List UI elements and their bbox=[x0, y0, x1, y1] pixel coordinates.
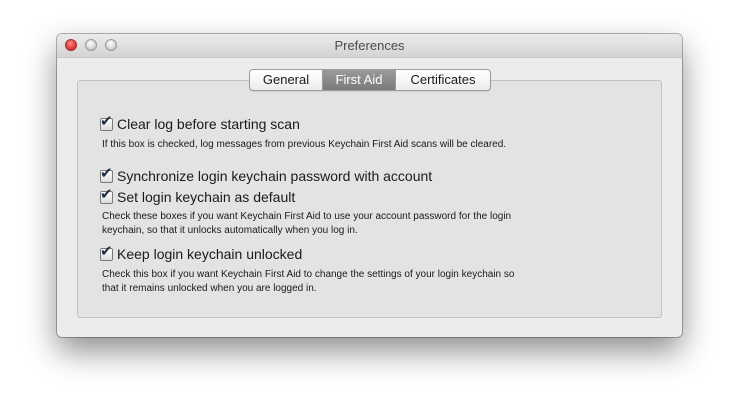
tab-first-aid[interactable]: First Aid bbox=[322, 70, 395, 90]
set-default-checkbox[interactable]: ✔ bbox=[100, 186, 113, 204]
set-default-option[interactable]: ✔ Set login keychain as default bbox=[100, 186, 295, 205]
title-bar[interactable]: Preferences bbox=[57, 34, 682, 58]
window-content: General First Aid Certificates ✔ Clear l… bbox=[57, 58, 682, 337]
set-default-description-line-2: keychain, so that it unlocks automatical… bbox=[102, 225, 358, 236]
keep-unlocked-checkbox[interactable]: ✔ bbox=[100, 243, 113, 261]
tab-certificates[interactable]: Certificates bbox=[395, 70, 490, 90]
keep-unlocked-description-line-1: Check this box if you want Keychain Firs… bbox=[102, 269, 515, 280]
tab-general[interactable]: General bbox=[250, 70, 322, 90]
set-default-description-line-1: Check these boxes if you want Keychain F… bbox=[102, 211, 512, 222]
desktop-background: Preferences General First Aid Certificat… bbox=[0, 0, 739, 417]
set-default-label[interactable]: Set login keychain as default bbox=[117, 189, 295, 205]
clear-log-label[interactable]: Clear log before starting scan bbox=[117, 116, 300, 132]
keep-unlocked-label[interactable]: Keep login keychain unlocked bbox=[117, 246, 302, 262]
sync-password-label[interactable]: Synchronize login keychain password with… bbox=[117, 168, 432, 184]
checkmark-icon: ✔ bbox=[100, 242, 113, 260]
keep-unlocked-description-line-2: that it remains unlocked when you are lo… bbox=[102, 283, 317, 294]
checkmark-icon: ✔ bbox=[100, 112, 113, 130]
checkmark-icon: ✔ bbox=[100, 164, 113, 182]
keep-unlocked-option[interactable]: ✔ Keep login keychain unlocked bbox=[100, 243, 302, 262]
clear-log-checkbox[interactable]: ✔ bbox=[100, 113, 113, 131]
tab-bar: General First Aid Certificates bbox=[249, 69, 491, 91]
clear-log-description: If this box is checked, log messages fro… bbox=[102, 139, 507, 150]
sync-password-option[interactable]: ✔ Synchronize login keychain password wi… bbox=[100, 165, 432, 184]
preferences-window: Preferences General First Aid Certificat… bbox=[57, 34, 682, 337]
clear-log-option[interactable]: ✔ Clear log before starting scan bbox=[100, 113, 300, 132]
window-title: Preferences bbox=[334, 38, 405, 53]
sync-password-checkbox[interactable]: ✔ bbox=[100, 165, 113, 183]
checkmark-icon: ✔ bbox=[100, 185, 113, 203]
